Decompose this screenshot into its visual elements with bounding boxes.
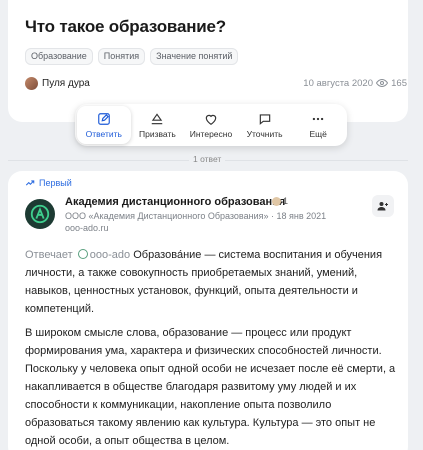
more-button[interactable]: Ещё [291,106,345,144]
interesting-button-label: Интересно [189,128,233,139]
tag-list: Образование Понятия Значение понятий [25,48,239,65]
answer-text-1: Образова́ние — система воспитания и обуч… [25,249,383,315]
more-button-label: Ещё [309,128,327,139]
eye-icon [376,78,389,88]
add-user-icon [377,202,388,211]
interesting-button[interactable]: Интересно [184,106,238,144]
author-name[interactable]: Пуля дура [42,78,90,89]
answer-button[interactable]: Ответить [77,106,131,144]
org-points-badge: 1 [272,196,288,206]
question-title: Что такое образование? [25,17,226,36]
comment-icon [259,113,270,125]
points-icon [272,196,281,206]
question-date: 10 августа 2020 [303,78,373,89]
pencil-icon [97,112,110,125]
call-icon [152,112,163,124]
heart-icon [205,114,217,125]
tag[interactable]: Понятия [97,48,146,65]
more-icon [312,117,324,120]
answer-paragraph-2: В широком смысле слова, образование — пр… [25,327,396,447]
org-site[interactable]: ooo-ado.ru [65,223,109,233]
views-value: 165 [391,77,407,89]
answers-count: 1 ответ [189,154,226,164]
org-points: 1 [283,196,289,206]
question-meta: Пуля дура 10 августа 2020 165 [25,77,409,91]
follow-button[interactable] [372,195,394,217]
avatar[interactable] [25,77,38,90]
first-answer-label: Первый [39,178,72,188]
tag[interactable]: Образование [25,48,93,65]
clarify-button-label: Уточнить [246,128,283,139]
org-name[interactable]: Академия дистанционного образования [65,196,285,208]
summon-button[interactable]: Призвать [131,106,185,144]
academy-logo-icon [30,204,50,224]
action-bar: Ответить Призвать Интересно Уточнить Ещё [75,104,347,146]
answer-button-label: Ответить [85,128,122,139]
org-avatar[interactable] [25,199,55,229]
answered-label: Отвечает [25,249,73,261]
first-answer-badge: Первый [25,178,72,188]
views-count: 165 [376,77,407,89]
org-mini-logo-icon [77,249,88,259]
clarify-button[interactable]: Уточнить [238,106,292,144]
tag[interactable]: Значение понятий [150,48,239,65]
trend-icon [25,180,35,186]
org-handle[interactable]: ooo-ado [90,249,130,261]
summon-button-label: Призвать [139,128,176,139]
answer-card: Первый Академия дистанционного образован… [8,171,408,450]
answer-paragraph-1: Отвечает ooo-ado Образова́ние — система … [25,246,399,318]
org-details: ООО «Академия Дистанционного Образования… [65,211,327,221]
